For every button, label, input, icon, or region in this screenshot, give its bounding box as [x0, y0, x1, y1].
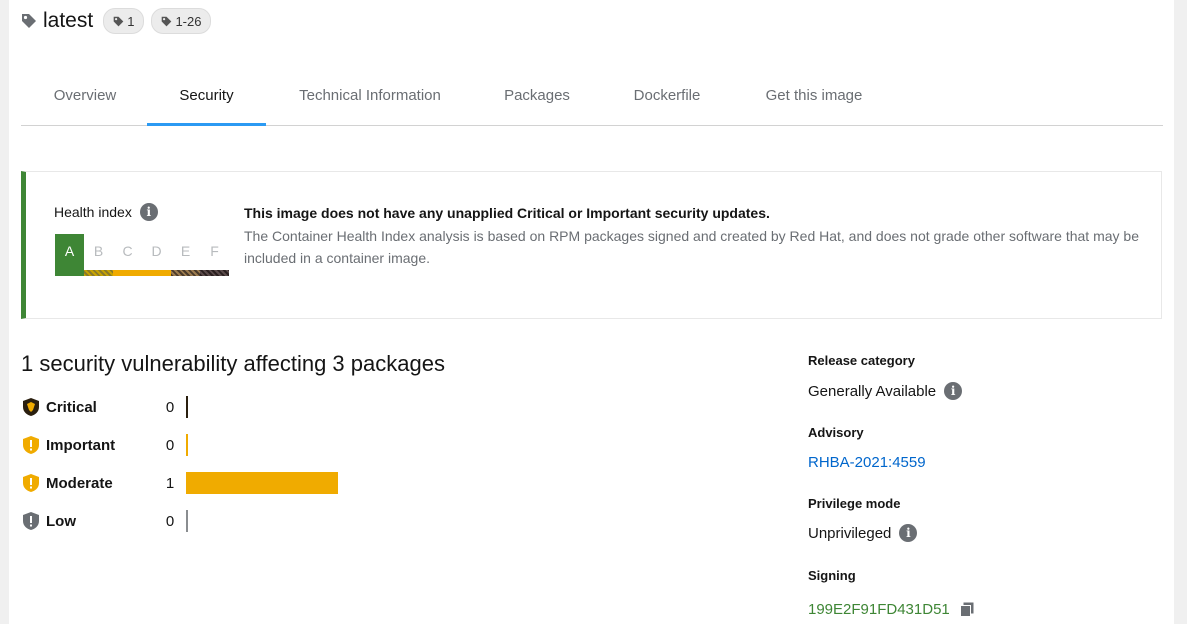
grade-f-label: F: [210, 243, 219, 259]
severity-bar-low: [186, 510, 188, 532]
vulnerability-summary-title: 1 security vulnerability affecting 3 pac…: [21, 351, 445, 376]
signing-value-row: 199E2F91FD431D51: [808, 601, 974, 618]
tag-icon: [22, 14, 36, 28]
severity-label-critical: Critical: [46, 398, 97, 416]
important-shield-icon: [23, 436, 39, 454]
tag-version-chip[interactable]: 1-26: [151, 8, 212, 34]
severity-bar-important: [186, 434, 188, 456]
severity-count-critical: 0: [165, 398, 175, 416]
tag-icon: [162, 16, 172, 26]
tab-overview[interactable]: Overview: [52, 67, 118, 124]
grade-f: F: [200, 234, 229, 276]
severity-label-important: Important: [46, 436, 116, 454]
health-summary-title: This image does not have any unapplied C…: [244, 205, 770, 221]
health-index-label: Health index: [54, 204, 132, 220]
severity-count-low: 0: [165, 512, 175, 530]
signing-label: Signing: [808, 568, 856, 583]
tag-count-chip[interactable]: 1: [103, 8, 145, 34]
grade-a: A: [55, 234, 84, 276]
image-header: latest 1 1-26: [21, 6, 218, 36]
tab-technical-information[interactable]: Technical Information: [297, 67, 443, 124]
copy-icon[interactable]: [959, 602, 974, 617]
signing-key-value: 199E2F91FD431D51: [808, 601, 950, 618]
critical-shield-icon: [23, 398, 39, 416]
release-category-value: Generally Available: [808, 382, 937, 400]
image-tag-title: latest: [43, 9, 94, 32]
release-category-value-row: Generally Available i: [808, 382, 963, 400]
grade-a-label: A: [64, 243, 75, 259]
info-icon[interactable]: i: [139, 203, 158, 221]
privilege-mode-value: Unprivileged: [808, 524, 892, 542]
tab-dockerfile[interactable]: Dockerfile: [631, 67, 703, 124]
severity-bar-critical: [186, 396, 188, 418]
privilege-mode-label: Privilege mode: [808, 496, 901, 511]
tag-count-label: 1: [127, 13, 135, 29]
severity-label-low: Low: [46, 512, 76, 530]
severity-row-critical: Critical 0: [22, 395, 188, 419]
health-grade-scale: A B C D E F: [55, 234, 229, 276]
info-icon[interactable]: i: [899, 524, 918, 542]
grade-d: D: [142, 234, 171, 276]
grade-e: E: [171, 234, 200, 276]
tag-version-label: 1-26: [175, 13, 202, 29]
health-index-panel: Health index i A B C D E F This image do…: [21, 171, 1162, 319]
grade-c: C: [113, 234, 142, 276]
severity-label-moderate: Moderate: [46, 474, 113, 492]
tab-security[interactable]: Security: [147, 67, 266, 126]
severity-row-moderate: Moderate 1: [22, 471, 338, 495]
severity-count-moderate: 1: [165, 474, 175, 492]
grade-b: B: [84, 234, 113, 276]
release-category-label: Release category: [808, 353, 915, 368]
low-shield-icon: [23, 512, 39, 530]
advisory-link[interactable]: RHBA-2021:4559: [808, 454, 926, 471]
tag-icon: [113, 16, 124, 26]
severity-count-important: 0: [165, 436, 175, 454]
moderate-shield-icon: [23, 474, 39, 492]
advisory-value-row: RHBA-2021:4559: [808, 454, 926, 471]
tab-packages[interactable]: Packages: [503, 67, 571, 124]
severity-bar-moderate: [186, 472, 338, 494]
tab-get-this-image[interactable]: Get this image: [763, 67, 865, 124]
advisory-label: Advisory: [808, 425, 864, 440]
severity-row-low: Low 0: [22, 509, 188, 533]
grade-d-label: D: [151, 243, 162, 259]
privilege-mode-value-row: Unprivileged i: [808, 524, 918, 542]
health-summary-description: The Container Health Index analysis is b…: [244, 228, 1139, 266]
grade-e-label: E: [180, 243, 191, 259]
grade-c-label: C: [122, 243, 133, 259]
health-index-label-row: Health index i: [54, 203, 158, 221]
tab-bar: Overview Security Technical Information …: [21, 67, 1163, 126]
grade-b-label: B: [93, 243, 104, 259]
info-icon[interactable]: i: [944, 382, 963, 400]
severity-row-important: Important 0: [22, 433, 188, 457]
